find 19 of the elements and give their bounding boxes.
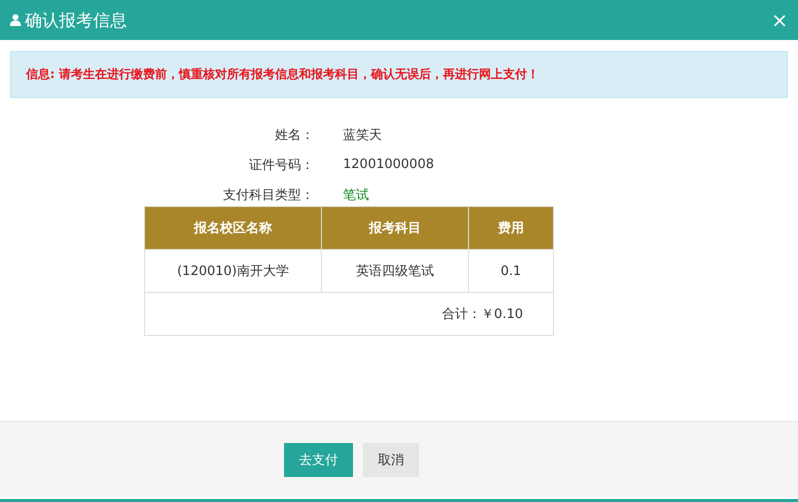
table-cell: (120010)南开大学 [144, 250, 322, 292]
column-header: 报名校区名称 [144, 206, 322, 250]
field-value: 12001000008 [343, 157, 434, 172]
field-value: 笔试 [343, 186, 369, 204]
column-header: 费用 [468, 206, 554, 250]
pay-button[interactable]: 去支付 [284, 442, 353, 476]
window-title: 确认报考信息 [25, 10, 127, 32]
cancel-button[interactable]: 取消 [363, 442, 419, 476]
field-value: 蓝笑天 [343, 126, 382, 144]
table-cell: 英语四级笔试 [322, 250, 468, 292]
field-label: 支付科目类型： [222, 186, 314, 204]
close-button[interactable]: × [771, 8, 788, 32]
field-label: 证件号码： [248, 156, 314, 174]
total-cell: 合计：￥0.10 [144, 292, 554, 336]
field-label: 姓名： [274, 126, 314, 144]
table-cell: 0.1 [468, 250, 554, 292]
alert-text: 信息: 请考生在进行缴费前，慎重核对所有报考信息和报考科目，确认无误后，再进行网上支付！ [26, 66, 539, 83]
user-icon [10, 14, 21, 26]
column-header: 报考科目 [322, 206, 468, 250]
